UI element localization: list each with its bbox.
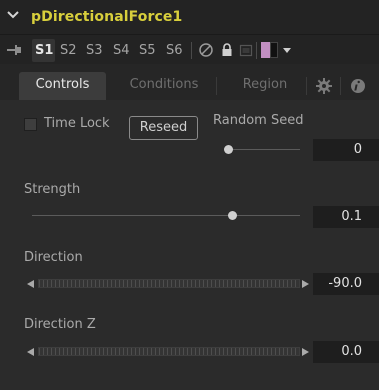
slot-s5[interactable]: S5 (139, 43, 156, 58)
random-seed-label: Random Seed (213, 113, 304, 128)
info-icon[interactable] (349, 77, 367, 95)
direction-label: Direction (24, 250, 83, 265)
tab-separator (306, 77, 307, 95)
direction-value[interactable]: -90.0 (313, 273, 379, 295)
slot-s6[interactable]: S6 (166, 43, 183, 58)
tab-separator (216, 77, 217, 95)
tab-separator (340, 77, 341, 95)
time-lock-checkbox[interactable] (24, 118, 37, 131)
tab-conditions[interactable]: Conditions (118, 72, 210, 100)
time-lock-label: Time Lock (44, 116, 110, 131)
text-color-swatch[interactable] (270, 42, 278, 58)
tool-header[interactable]: pDirectionalForce1 (0, 0, 379, 34)
reseed-button[interactable]: Reseed (129, 116, 198, 140)
tab-region[interactable]: Region (232, 72, 298, 100)
slot-s2[interactable]: S2 (60, 43, 77, 58)
strength-label: Strength (24, 182, 81, 197)
tool-name: pDirectionalForce1 (31, 9, 183, 25)
cache-icon[interactable] (238, 42, 254, 58)
direction-z-value[interactable]: 0.0 (313, 341, 379, 363)
random-seed-slider[interactable] (230, 149, 300, 150)
tab-bar: Controls Conditions Region (0, 64, 379, 100)
dropdown-arrow-icon[interactable] (283, 48, 291, 54)
random-seed-value[interactable]: 0 (313, 139, 379, 161)
lock-icon[interactable] (219, 42, 235, 58)
slot-s4[interactable]: S4 (113, 43, 130, 58)
pin-icon[interactable] (7, 43, 21, 57)
arrow-right-icon[interactable] (302, 280, 309, 288)
arrow-left-icon[interactable] (27, 348, 34, 356)
tile-color-swatch[interactable] (261, 42, 270, 58)
strength-slider-thumb[interactable] (228, 211, 237, 220)
direction-z-thumbwheel[interactable] (38, 347, 300, 356)
tab-controls[interactable]: Controls (19, 72, 106, 100)
chevron-down-icon[interactable] (6, 8, 20, 22)
strength-slider[interactable] (32, 215, 300, 216)
slot-s3[interactable]: S3 (86, 43, 103, 58)
disable-icon[interactable] (198, 42, 214, 58)
slot-s1[interactable]: S1 (35, 43, 53, 58)
direction-thumbwheel[interactable] (38, 279, 300, 288)
arrow-right-icon[interactable] (302, 348, 309, 356)
separator (191, 42, 192, 59)
gear-icon[interactable] (315, 77, 333, 95)
separator (256, 42, 257, 59)
arrow-left-icon[interactable] (27, 280, 34, 288)
direction-z-label: Direction Z (24, 317, 96, 332)
random-seed-slider-thumb[interactable] (224, 145, 233, 154)
version-slot-bar: S1 S2 S3 S4 S5 S6 (0, 34, 379, 64)
strength-value[interactable]: 0.1 (313, 206, 379, 228)
